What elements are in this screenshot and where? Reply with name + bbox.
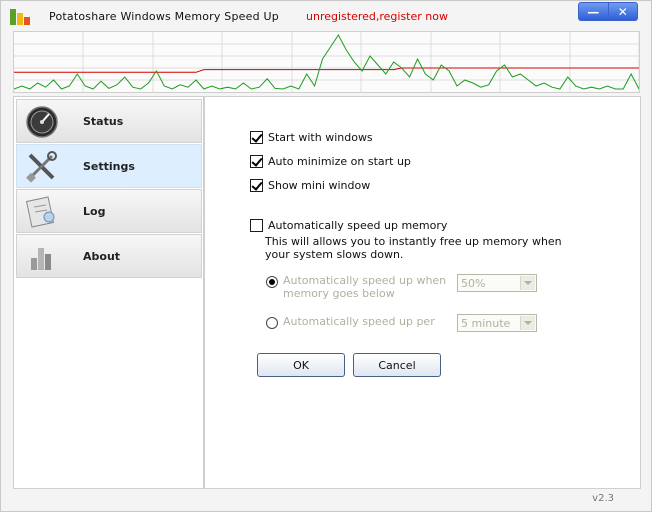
show-mini-window-option[interactable]: Show mini window [250, 179, 370, 192]
close-button[interactable]: ✕ [608, 2, 638, 21]
minimize-button[interactable]: — [578, 2, 609, 21]
cancel-button[interactable]: Cancel [353, 353, 441, 377]
memory-threshold-select[interactable]: 50% [457, 274, 537, 292]
sidebar-item-about[interactable]: About [16, 234, 202, 278]
speed-up-below-radio[interactable] [266, 276, 278, 288]
close-icon: ✕ [617, 4, 628, 19]
auto-speed-up-option[interactable]: Automatically speed up memory [250, 219, 447, 232]
title-bar: Potatoshare Windows Memory Speed Up unre… [1, 1, 651, 29]
auto-minimize-label: Auto minimize on start up [268, 155, 411, 168]
sidebar-item-log[interactable]: Log [16, 189, 202, 233]
auto-minimize-checkbox[interactable] [250, 155, 263, 168]
auto-speed-up-label: Automatically speed up memory [268, 219, 448, 232]
memory-usage-line [14, 67, 639, 73]
chevron-down-icon[interactable] [520, 316, 535, 330]
tools-icon [26, 151, 57, 183]
memory-threshold-value: 50% [461, 277, 486, 290]
show-mini-window-checkbox[interactable] [250, 179, 263, 192]
sidebar-item-settings[interactable]: Settings [16, 144, 202, 188]
app-title: Potatoshare Windows Memory Speed Up [49, 10, 279, 23]
interval-select[interactable]: 5 minute [457, 314, 537, 332]
sidebar: Status Settings Log About [13, 96, 204, 489]
memory-activity-line [14, 34, 639, 90]
start-with-windows-option[interactable]: Start with windows [250, 131, 373, 144]
sidebar-item-label: Status [83, 115, 124, 128]
speed-up-per-option[interactable]: Automatically speed up per [266, 315, 453, 329]
auto-minimize-option[interactable]: Auto minimize on start up [250, 155, 411, 168]
speed-up-below-option[interactable]: Automatically speed up when memory goes … [266, 274, 453, 300]
sidebar-item-label: Settings [83, 160, 135, 173]
app-window: Potatoshare Windows Memory Speed Up unre… [0, 0, 652, 512]
auto-speed-up-checkbox[interactable] [250, 219, 263, 232]
about-icon [31, 248, 51, 270]
settings-panel: Start with windows Auto minimize on star… [204, 96, 641, 489]
minimize-icon: — [587, 4, 600, 19]
speed-up-below-label: Automatically speed up when memory goes … [283, 274, 447, 300]
memory-graph-svg [14, 32, 639, 92]
sidebar-item-label: Log [83, 205, 106, 218]
window-controls: — ✕ [578, 2, 638, 21]
start-with-windows-checkbox[interactable] [250, 131, 263, 144]
gauge-icon [26, 106, 58, 138]
sidebar-item-status[interactable]: Status [16, 99, 202, 143]
sidebar-item-label: About [83, 250, 121, 263]
interval-value: 5 minute [461, 317, 511, 330]
start-with-windows-label: Start with windows [268, 131, 373, 144]
version-label: v2.3 [592, 493, 614, 504]
potatoshare-logo [10, 9, 30, 25]
show-mini-window-label: Show mini window [268, 179, 371, 192]
log-icon [25, 196, 55, 228]
speed-up-per-radio[interactable] [266, 317, 278, 329]
speed-up-per-label: Automatically speed up per [283, 315, 435, 328]
ok-button[interactable]: OK [257, 353, 345, 377]
memory-graph [13, 31, 640, 93]
chevron-down-icon[interactable] [520, 276, 535, 290]
auto-speed-up-description: This will allows you to instantly free u… [265, 235, 562, 261]
register-link[interactable]: unregistered,register now [306, 10, 448, 23]
